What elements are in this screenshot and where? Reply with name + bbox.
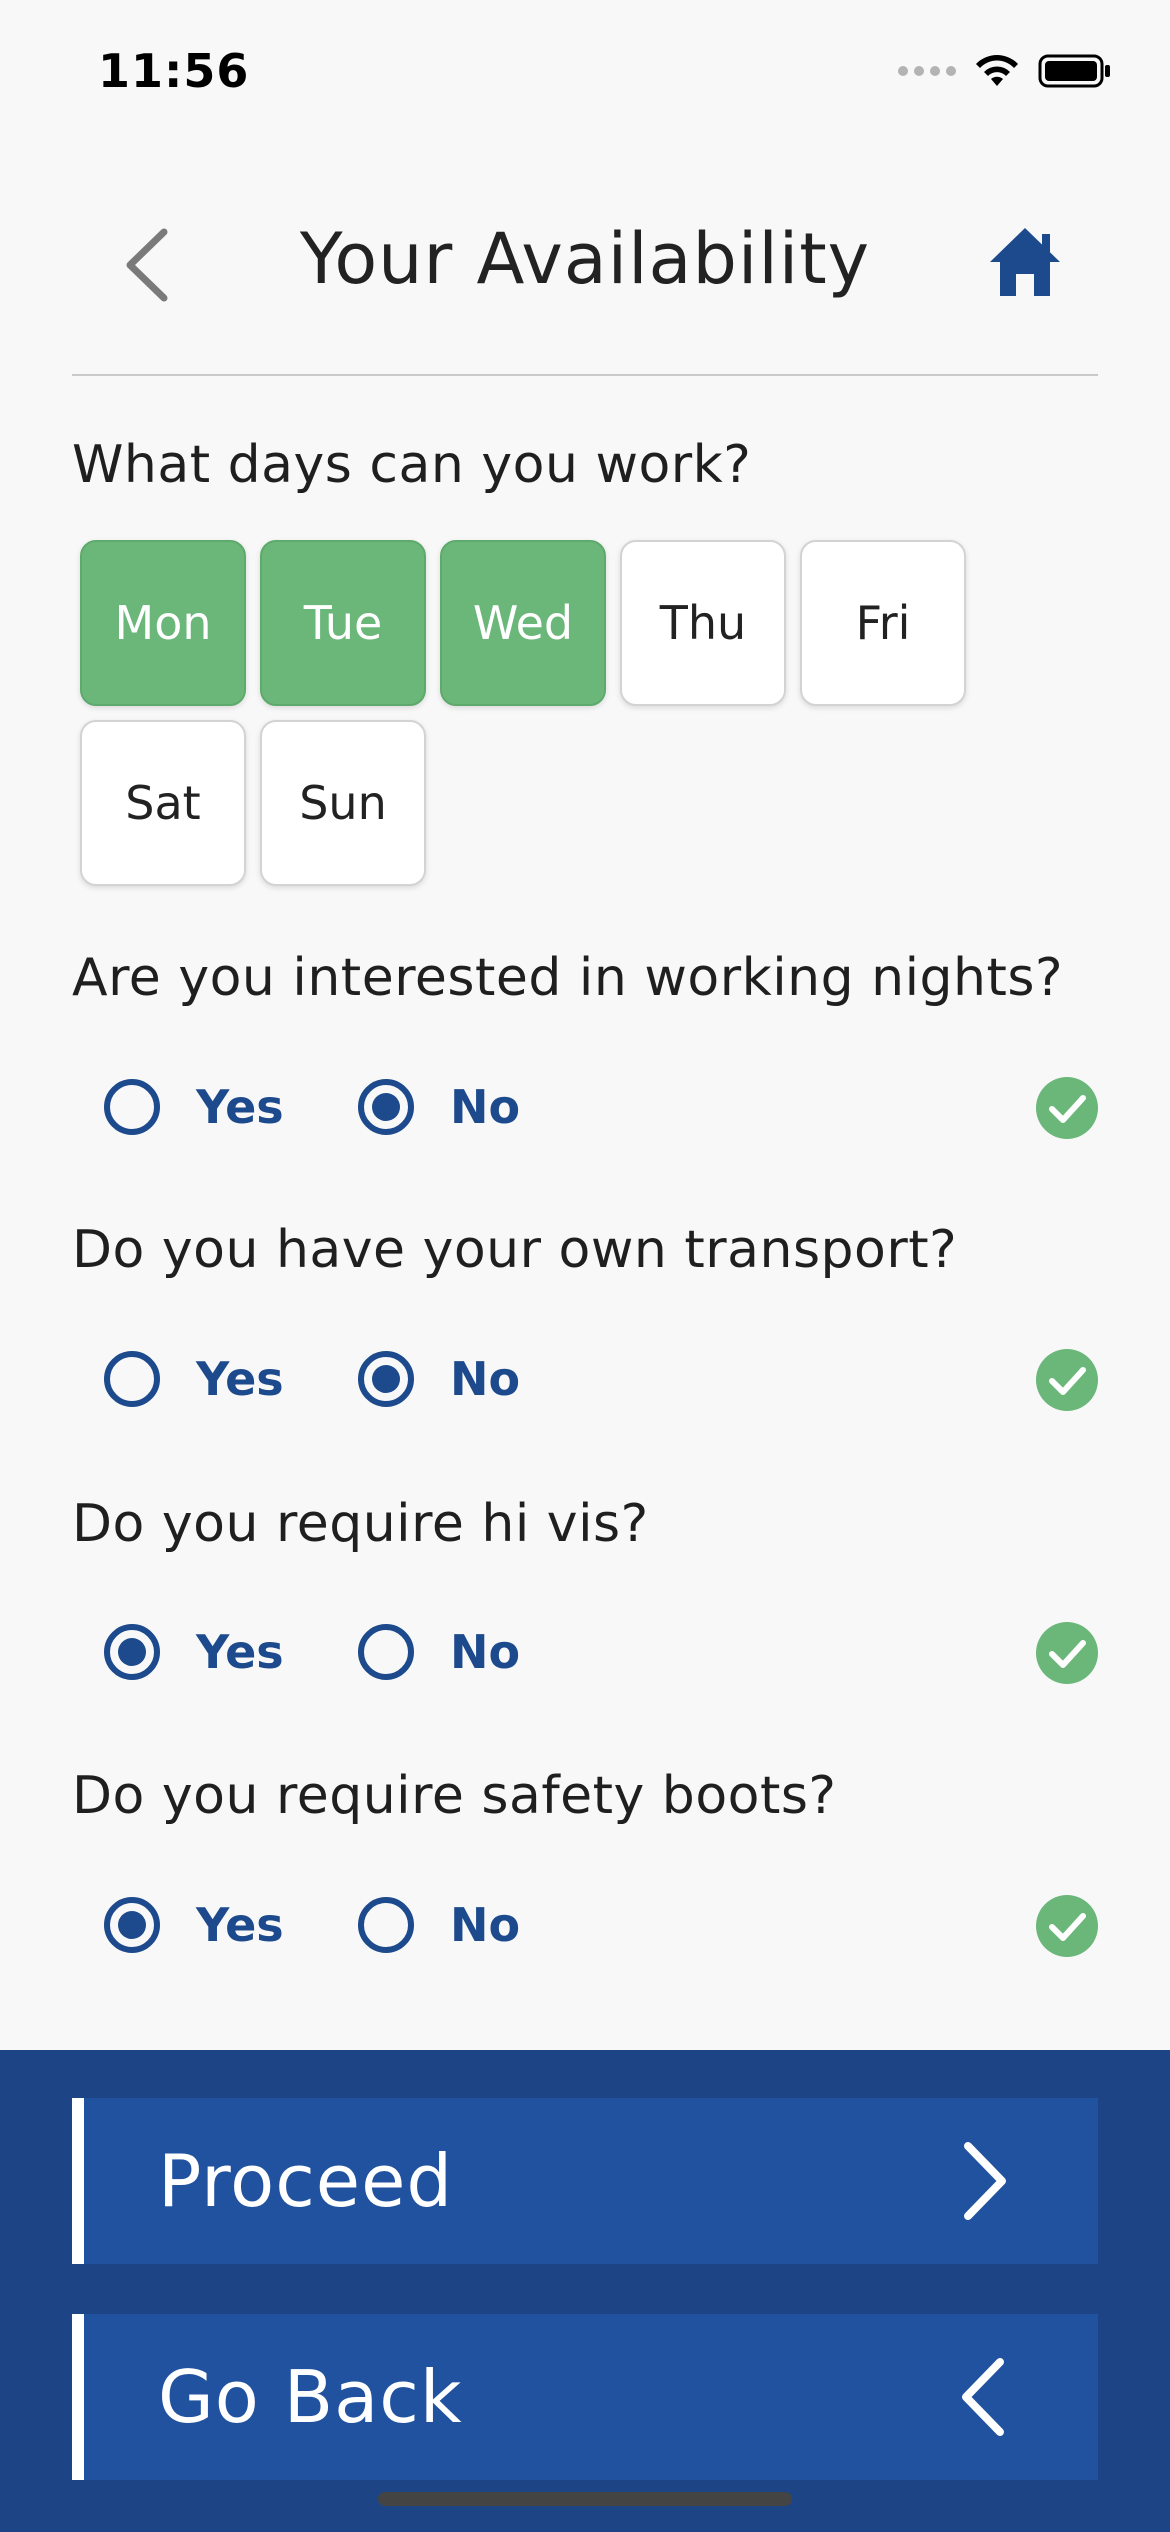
status-bar: 11:56 [0,0,1170,150]
radio-no[interactable]: No [358,1339,520,1419]
radio-circle [104,1079,160,1135]
radio-group-hi-vis: Yes No [100,1612,1098,1692]
check-circle-icon [1036,1895,1098,1957]
radio-circle [104,1351,160,1407]
question-safety-boots: Do you require safety boots? [72,1766,837,1826]
day-button-wed[interactable]: Wed [440,540,606,706]
radio-yes[interactable]: Yes [104,1612,284,1692]
question-working-nights: Are you interested in working nights? [72,948,1064,1008]
proceed-label: Proceed [158,2139,454,2223]
radio-group-own-transport: Yes No [100,1339,1098,1419]
home-icon[interactable] [986,224,1064,300]
day-label: Mon [114,596,212,650]
radio-circle [104,1624,160,1680]
go-back-button[interactable]: Go Back [72,2314,1098,2480]
cellular-signal-icon [898,66,956,76]
check-circle-icon [1036,1622,1098,1684]
radio-label: No [450,1352,521,1406]
day-button-thu[interactable]: Thu [620,540,786,706]
radio-circle [358,1079,414,1135]
radio-circle [358,1897,414,1953]
radio-circle [358,1624,414,1680]
day-label: Fri [855,596,911,650]
radio-label: Yes [196,1898,284,1952]
radio-label: Yes [196,1625,284,1679]
radio-label: No [450,1080,521,1134]
radio-label: No [450,1898,521,1952]
radio-yes[interactable]: Yes [104,1067,284,1147]
footer-actions: Proceed Go Back [0,2050,1170,2532]
radio-group-working-nights: Yes No [100,1067,1098,1147]
radio-circle [104,1897,160,1953]
question-own-transport: Do you have your own transport? [72,1220,958,1280]
day-label: Wed [472,596,574,650]
day-button-mon[interactable]: Mon [80,540,246,706]
day-label: Thu [659,596,747,650]
radio-no[interactable]: No [358,1067,520,1147]
days-question: What days can you work? [72,435,752,495]
radio-circle [358,1351,414,1407]
radio-label: No [450,1625,521,1679]
check-circle-icon [1036,1077,1098,1139]
radio-yes[interactable]: Yes [104,1885,284,1965]
day-button-sat[interactable]: Sat [80,720,246,886]
home-indicator [378,2492,792,2506]
day-button-tue[interactable]: Tue [260,540,426,706]
chevron-left-icon [962,2358,1004,2436]
wifi-icon [976,55,1018,86]
radio-group-safety-boots: Yes No [100,1885,1098,1965]
radio-label: Yes [196,1080,284,1134]
day-button-fri[interactable]: Fri [800,540,966,706]
status-time: 11:56 [98,44,250,98]
day-button-sun[interactable]: Sun [260,720,426,886]
radio-no[interactable]: No [358,1885,520,1965]
page-title: Your Availability [299,218,871,300]
go-back-label: Go Back [158,2355,463,2439]
radio-yes[interactable]: Yes [104,1339,284,1419]
check-circle-icon [1036,1349,1098,1411]
header: Your Availability [72,180,1098,376]
day-label: Tue [303,596,383,650]
day-label: Sat [125,776,201,830]
day-label: Sun [299,776,387,830]
battery-icon [1038,54,1110,88]
question-hi-vis: Do you require hi vis? [72,1494,649,1554]
radio-label: Yes [196,1352,284,1406]
status-icons [898,52,1112,90]
proceed-button[interactable]: Proceed [72,2098,1098,2264]
radio-no[interactable]: No [358,1612,520,1692]
chevron-right-icon [964,2142,1006,2220]
